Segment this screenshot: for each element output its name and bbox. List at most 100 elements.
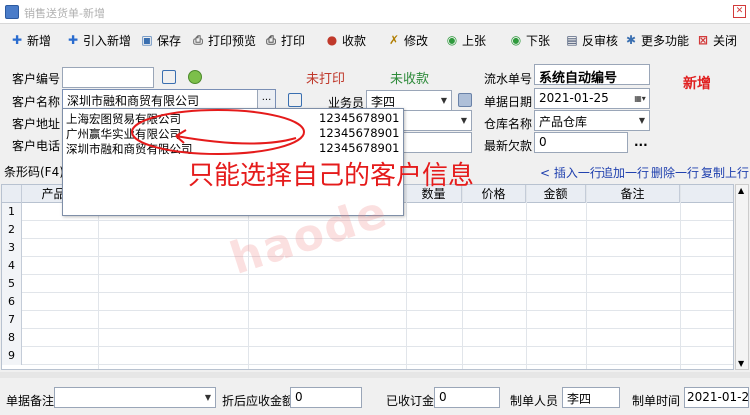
customer-addr-input-tail[interactable]: ▼ bbox=[404, 110, 472, 131]
coins-icon: ● bbox=[326, 33, 338, 47]
close-button[interactable]: ⊠ 关闭 bbox=[696, 30, 737, 50]
table-row[interactable]: 6 bbox=[2, 293, 733, 311]
warehouse-label: 仓库名称 bbox=[484, 117, 533, 131]
created-label: 制单时间 bbox=[632, 394, 681, 408]
barcode-label: 条形码(F4) bbox=[4, 165, 64, 179]
prev-button[interactable]: ◉ 上张 bbox=[445, 30, 486, 50]
dropdown-item[interactable]: 广州赢华实业有限公司 12345678901 bbox=[63, 125, 403, 141]
creator-label: 制单人员 bbox=[510, 394, 559, 408]
grid-corner bbox=[2, 185, 22, 203]
calendar-icon[interactable]: ▦▾ bbox=[631, 89, 649, 108]
customer-code-input[interactable] bbox=[62, 67, 154, 88]
received-input[interactable]: 0 bbox=[434, 387, 500, 408]
document-icon: ▤ bbox=[566, 33, 578, 47]
chevron-down-icon: ▼ bbox=[460, 116, 468, 125]
next-button[interactable]: ◉ 下张 bbox=[509, 30, 550, 50]
row-number: 6 bbox=[2, 293, 22, 311]
arrears-label: 最新欠款 bbox=[484, 139, 533, 153]
creator-input[interactable]: 李四 bbox=[562, 387, 620, 408]
customer-picker-button[interactable]: ... bbox=[257, 90, 275, 109]
collect-button[interactable]: ● 收款 bbox=[325, 30, 366, 50]
delete-row-link[interactable]: 删除一行 bbox=[651, 164, 699, 181]
close-box-icon: ⊠ bbox=[697, 33, 709, 47]
insert-row-link[interactable]: < 插入一行 bbox=[540, 164, 602, 181]
scroll-up-icon[interactable]: ▲ bbox=[738, 186, 744, 195]
window-close-button[interactable]: ✕ bbox=[733, 5, 746, 18]
received-label: 已收订金 bbox=[386, 394, 435, 408]
row-number: 5 bbox=[2, 275, 22, 293]
append-row-link[interactable]: 追加一行 bbox=[601, 164, 649, 181]
customer-phone-label: 客户电话 bbox=[12, 139, 61, 153]
serial-input[interactable]: 系统自动编号 bbox=[534, 64, 650, 85]
row-number: 2 bbox=[2, 221, 22, 239]
table-row[interactable]: 8 bbox=[2, 329, 733, 347]
plus-icon: ✚ bbox=[11, 33, 23, 47]
refresh-icon[interactable] bbox=[188, 70, 202, 84]
arrow-up-circle-icon: ◉ bbox=[446, 33, 458, 47]
edit-button[interactable]: ✗ 修改 bbox=[387, 30, 428, 50]
save-button[interactable]: ▣ 保存 bbox=[140, 30, 181, 50]
search-icon[interactable] bbox=[162, 70, 176, 84]
collect-status: 未收款 bbox=[390, 72, 430, 87]
import-new-button[interactable]: ✚ 引入新增 bbox=[66, 30, 131, 50]
print-preview-button[interactable]: ⎙ 打印预览 bbox=[191, 30, 256, 50]
chevron-down-icon: ▼ bbox=[440, 96, 448, 105]
horizontal-scrollbar[interactable] bbox=[0, 372, 750, 378]
arrow-down-circle-icon: ◉ bbox=[510, 33, 522, 47]
arrears-input[interactable]: 0 bbox=[534, 132, 628, 153]
customer-addr-label: 客户地址 bbox=[12, 117, 61, 131]
unapprove-button[interactable]: ▤ 反审核 bbox=[565, 30, 618, 50]
printer-icon: ⎙ bbox=[266, 33, 276, 47]
warehouse-value: 产品仓库 bbox=[539, 115, 588, 129]
more-functions-button[interactable]: ✱ 更多功能 bbox=[624, 30, 689, 50]
arrears-more-button[interactable]: ... bbox=[634, 135, 648, 149]
gear-icon: ✱ bbox=[625, 33, 637, 47]
table-row[interactable]: 4 bbox=[2, 257, 733, 275]
window-title: 销售送货单-新增 bbox=[24, 7, 105, 20]
footer: 单据备注 ▼ 折后应收金额 0 已收订金 0 制单人员 李四 制单时间 2021… bbox=[0, 382, 750, 415]
dropdown-item[interactable]: 上海宏图贸易有限公司 12345678901 bbox=[63, 110, 403, 126]
vertical-scrollbar[interactable]: ▲ ▼ bbox=[735, 184, 749, 370]
row-number: 8 bbox=[2, 329, 22, 347]
remark-label: 单据备注 bbox=[6, 394, 55, 408]
table-row[interactable]: 7 bbox=[2, 311, 733, 329]
new-button[interactable]: ✚ 新增 bbox=[10, 30, 51, 50]
plus-icon: ✚ bbox=[67, 33, 79, 47]
dropdown-item[interactable]: 深圳市融和商贸有限公司 12345678901 bbox=[63, 140, 403, 156]
customer-name-input[interactable]: 深圳市融和商贸有限公司 ... bbox=[62, 89, 276, 110]
chevron-down-icon: ▼ bbox=[204, 393, 212, 402]
customer-phone-input-tail[interactable] bbox=[404, 132, 472, 153]
remark-select[interactable]: ▼ bbox=[54, 387, 216, 408]
row-number: 9 bbox=[2, 347, 22, 365]
print-button[interactable]: ⎙ 打印 bbox=[264, 30, 305, 50]
table-row[interactable]: 5 bbox=[2, 275, 733, 293]
app-icon bbox=[5, 5, 19, 19]
table-row[interactable]: 9 bbox=[2, 347, 733, 365]
annotation-text: 只能选择自己的客户信息 bbox=[188, 161, 475, 191]
floppy-icon: ▣ bbox=[141, 33, 153, 47]
pencil-x-icon: ✗ bbox=[388, 33, 400, 47]
title-bar: 销售送货单-新增 ✕ bbox=[0, 0, 750, 24]
salesperson-value: 李四 bbox=[371, 95, 396, 109]
date-input[interactable]: 2021-01-25 ▦▾ bbox=[534, 88, 650, 109]
eraser-icon[interactable] bbox=[458, 93, 472, 107]
discount-label: 折后应收金额 bbox=[222, 394, 295, 408]
printer-preview-icon: ⎙ bbox=[193, 33, 203, 47]
chevron-down-icon: ▼ bbox=[638, 116, 646, 125]
customer-code-label: 客户编号 bbox=[12, 72, 61, 86]
warehouse-select[interactable]: 产品仓库 ▼ bbox=[534, 110, 650, 131]
discount-input[interactable]: 0 bbox=[290, 387, 362, 408]
mode-badge: 新增 bbox=[683, 76, 711, 92]
row-number: 1 bbox=[2, 203, 22, 221]
created-input[interactable]: 2021-01-25 bbox=[684, 387, 749, 408]
date-value: 2021-01-25 bbox=[539, 91, 609, 105]
toolbar: ✚ 新增 ✚ 引入新增 ▣ 保存 ⎙ 打印预览 ⎙ 打印 ● 收款 ✗ 修改 ◉… bbox=[0, 27, 750, 53]
scroll-down-icon[interactable]: ▼ bbox=[738, 359, 744, 368]
search-icon[interactable] bbox=[288, 93, 302, 107]
row-number: 7 bbox=[2, 311, 22, 329]
col-amount[interactable]: 金额 bbox=[526, 185, 586, 203]
print-status: 未打印 bbox=[306, 72, 346, 87]
serial-label: 流水单号 bbox=[484, 72, 533, 86]
col-remark[interactable]: 备注 bbox=[586, 185, 680, 203]
copy-prev-row-link[interactable]: 复制上行 bbox=[701, 164, 749, 181]
